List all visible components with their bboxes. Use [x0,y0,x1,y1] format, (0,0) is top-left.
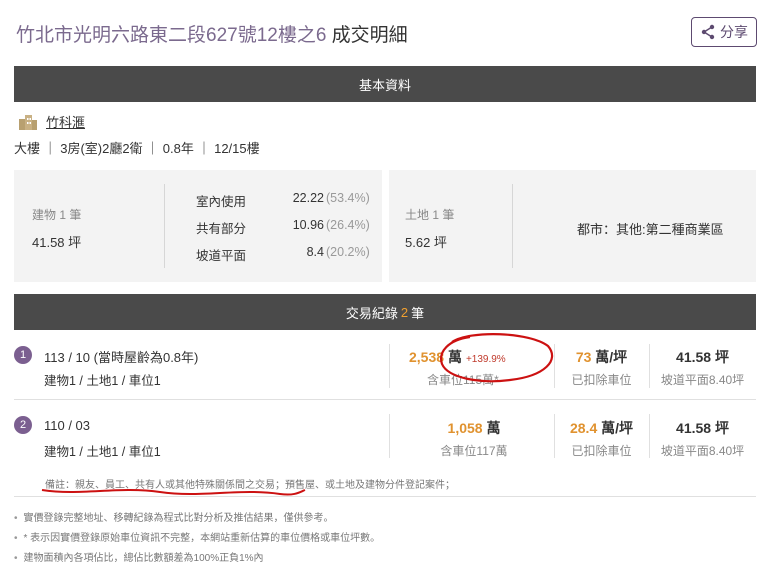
record-unit-sub: 已扣除車位 [571,373,632,387]
page-title: 竹北市光明六路東二段627號12樓之6 成交明細 [16,20,408,47]
record-index-badge: 1 [14,346,32,364]
share-icon [701,24,715,40]
record-unit-sub: 已扣除車位 [571,444,632,458]
trade-bar-prefix: 交易紀錄 [345,305,398,321]
panel-divider [512,184,513,268]
trade-count: 2 [400,304,409,320]
area-value: 22.22 [292,191,324,205]
record-total-price: 2,538 [409,349,445,365]
record-index-badge: 2 [14,416,32,434]
area-key: 室內使用 [196,195,247,209]
trade-records-bar: 交易紀錄 2 筆 [14,294,756,330]
area-key: 共有部分 [196,222,247,236]
record-detail: 建物1 / 土地1 / 車位1 [44,445,161,459]
record-unit-price: 73 [575,349,592,365]
record-area-col: 41.58 坪 坡道平面8.40坪 [649,347,756,388]
trade-bar-suffix: 筆 [411,305,425,321]
trade-record[interactable]: 1 113 / 10 (當時屋齡為0.8年) 建物1 / 土地1 / 車位1 2… [14,330,756,398]
record-total-col: 2,538 萬 +139.9% 含車位115萬* [399,347,549,388]
building-area: 41.58 坪 [32,235,82,250]
record-total-unit: 萬 [447,349,462,365]
record-area-sub: 坡道平面8.40坪 [660,444,745,458]
title-suffix: 成交明細 [326,25,408,46]
basic-info-label: 基本資料 [358,77,411,93]
remark-note: 備註：親友、員工、共有人或其他特殊關係間之交易；預售屋、或土地及建物分件登記案件… [45,480,455,491]
share-label: 分享 [720,24,748,40]
footnote-text: 建物面積內各項佔比，總佔比數額差為100%正負1%內 [23,553,264,564]
building-icon [19,114,37,130]
area-value: 8.4 [306,245,324,259]
land-panel: 土地 1 筆 5.62 坪 都市：其他:第二種商業區 [389,170,756,282]
price-change-pct: +139.9% [465,354,506,365]
land-zone: 都市：其他:第二種商業區 [577,222,724,237]
address-title: 竹北市光明六路東二段627號12樓之6 [16,25,327,46]
trade-record[interactable]: 2 110 / 03 建物1 / 土地1 / 車位1 1,058 萬 含車位11… [14,400,756,468]
record-area: 41.58 坪 [676,349,729,365]
record-unit-price-unit: 萬/坪 [595,349,628,365]
area-pct: (26.4%) [326,218,370,232]
area-row-indoor: 室內使用 22.22 (53.4%) [196,191,370,210]
area-pct: (53.4%) [326,191,370,205]
record-date: 113 / 10 (當時屋齡為0.8年) [44,350,199,365]
area-pct: (20.2%) [326,245,370,259]
footnote-text: 實價登錄完整地址、移轉紀錄為程式比對分析及推估結果，僅供參考。 [23,513,334,524]
basic-info-bar: 基本資料 [14,66,756,102]
record-unit-col: 73 萬/坪 已扣除車位 [554,347,649,388]
building-count-label: 建物 1 筆 [32,208,82,222]
community-link[interactable]: 竹科滙 [46,112,85,131]
record-total-col: 1,058 萬 含車位117萬 [399,418,549,459]
area-value: 10.96 [292,218,324,232]
col-divider [389,414,390,458]
record-date: 110 / 03 [44,418,91,433]
record-unit-col: 28.4 萬/坪 已扣除車位 [554,418,649,459]
footnote-text: * 表示因實價登錄原始車位資訊不完整，本網站重新估算的車位價格或車位坪數。 [23,533,381,544]
record-total-sub: 含車位115萬* [427,373,499,387]
property-spec: 大樓 ｜ 3房(室)2廳2衛 ｜ 0.8年 ｜ 12/15樓 [14,141,260,156]
record-detail: 建物1 / 土地1 / 車位1 [44,374,161,388]
area-key: 坡道平面 [196,249,247,263]
building-panel: 建物 1 筆 41.58 坪 室內使用 22.22 (53.4%) 共有部分 1… [14,170,382,282]
community-row: 竹科滙 [18,112,85,131]
col-divider [389,344,390,388]
record-unit-price-unit: 萬/坪 [601,420,634,436]
section-divider [14,496,756,497]
land-area: 5.62 坪 [405,235,447,250]
record-total-sub: 含車位117萬 [440,444,508,458]
footnote: • * 表示因實價登錄原始車位資訊不完整，本網站重新估算的車位價格或車位坪數。 [14,533,381,544]
footnote: • 實價登錄完整地址、移轉紀錄為程式比對分析及推估結果，僅供參考。 [14,513,334,524]
record-total-price: 1,058 [447,420,483,436]
area-row-shared: 共有部分 10.96 (26.4%) [196,218,370,237]
record-total-unit: 萬 [486,420,501,436]
area-row-ramp: 坡道平面 8.4 (20.2%) [196,245,370,264]
record-unit-price: 28.4 [569,420,598,436]
record-area-sub: 坡道平面8.40坪 [660,373,745,387]
record-area: 41.58 坪 [676,420,729,436]
record-area-col: 41.58 坪 坡道平面8.40坪 [649,418,756,459]
land-count-label: 土地 1 筆 [405,208,455,222]
panel-divider [164,184,165,268]
share-button[interactable]: 分享 [691,17,757,47]
footnote: • 建物面積內各項佔比，總佔比數額差為100%正負1%內 [14,553,264,564]
